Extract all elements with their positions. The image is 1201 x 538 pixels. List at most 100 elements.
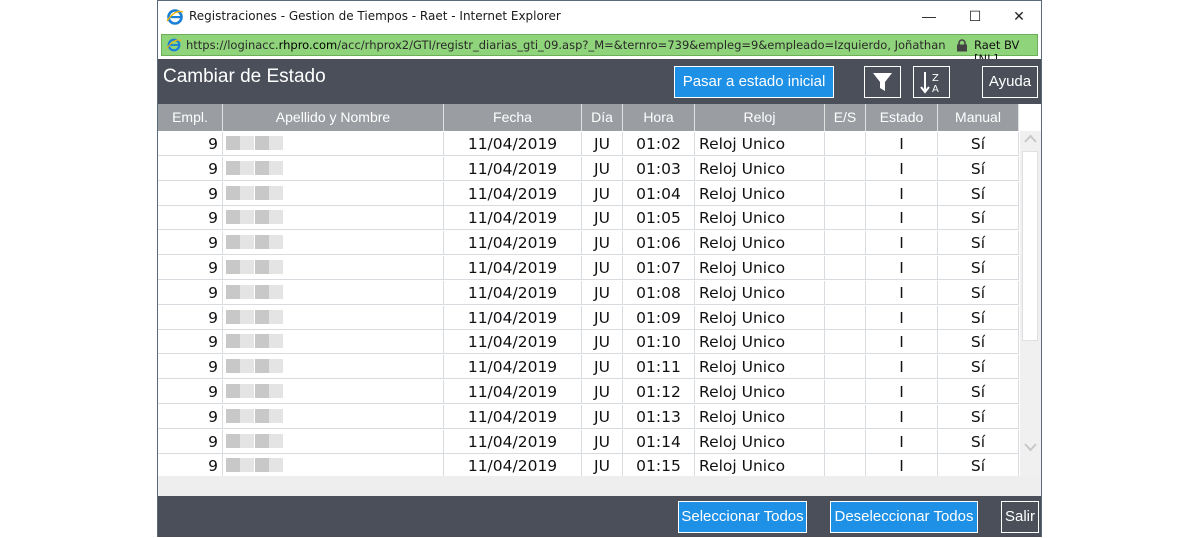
table-row[interactable]: 9 11/04/2019 JU 01:10 Reloj Unico I Sí [158, 330, 1019, 355]
time-cell: 01:14 [623, 429, 695, 454]
redacted-name-block [226, 210, 240, 225]
window-title: Registraciones - Gestion de Tiempos - Ra… [189, 9, 561, 23]
clock-cell: Reloj Unico [695, 231, 825, 256]
manual-cell: Sí [938, 404, 1019, 429]
maximize-button[interactable]: ☐ [952, 1, 998, 32]
table-row[interactable]: 9 11/04/2019 JU 01:13 Reloj Unico I Sí [158, 404, 1019, 429]
page-header: Cambiar de Estado Pasar a estado inicial… [158, 59, 1041, 104]
time-cell: 01:03 [623, 156, 695, 181]
chevron-up-icon[interactable] [1023, 133, 1038, 145]
redacted-name-block [269, 359, 283, 374]
date-cell: 11/04/2019 [444, 355, 582, 380]
sort-button[interactable]: Z A [913, 66, 950, 98]
redacted-name-block [240, 136, 254, 150]
status-cell: I [866, 280, 938, 305]
address-bar[interactable]: https://loginacc.rhpro.com/acc/rhprox2/G… [161, 34, 1038, 66]
exit-button[interactable]: Salir [1001, 501, 1039, 533]
table-row[interactable]: 9 11/04/2019 JU 01:02 Reloj Unico I Sí [158, 132, 1019, 156]
table-row[interactable]: 9 11/04/2019 JU 01:11 Reloj Unico I Sí [158, 355, 1019, 380]
table-row[interactable]: 9 11/04/2019 JU 01:09 Reloj Unico I Sí [158, 305, 1019, 330]
column-header[interactable]: Estado [866, 104, 938, 131]
column-header[interactable]: Manual [938, 104, 1019, 131]
date-cell: 11/04/2019 [444, 156, 582, 181]
horizontal-scroll-area [158, 476, 1041, 496]
redacted-name-block [255, 309, 269, 324]
status-cell: I [866, 231, 938, 256]
url-rest: /acc/rhprox2/GTI/registr_diarias_gti_09.… [337, 38, 946, 52]
scrollbar-thumb[interactable] [1022, 151, 1038, 341]
manual-cell: Sí [938, 355, 1019, 380]
chevron-down-icon[interactable] [1023, 441, 1038, 453]
redacted-name-block [240, 359, 254, 374]
title-bar: Registraciones - Gestion de Tiempos - Ra… [158, 1, 1041, 32]
redacted-name-block [240, 284, 254, 299]
deselect-all-button[interactable]: Deseleccionar Todos [830, 501, 978, 533]
redacted-name-block [240, 309, 254, 324]
redacted-name-block [226, 433, 240, 448]
table-row[interactable]: 9 11/04/2019 JU 01:14 Reloj Unico I Sí [158, 429, 1019, 454]
help-button[interactable]: Ayuda [982, 66, 1038, 98]
redacted-name-block [255, 136, 269, 150]
time-cell: 01:12 [623, 380, 695, 404]
table-row[interactable]: 9 11/04/2019 JU 01:15 Reloj Unico I Sí [158, 454, 1019, 479]
table-row[interactable]: 9 11/04/2019 JU 01:03 Reloj Unico I Sí [158, 156, 1019, 181]
clock-cell: Reloj Unico [695, 132, 825, 156]
employee-number-cell: 9 [158, 181, 223, 206]
reset-state-button[interactable]: Pasar a estado inicial [674, 66, 834, 98]
redacted-name-block [226, 185, 240, 200]
time-cell: 01:04 [623, 181, 695, 206]
day-cell: JU [582, 454, 623, 479]
lock-icon[interactable] [956, 39, 968, 52]
redacted-name-block [255, 458, 269, 473]
time-cell: 01:05 [623, 206, 695, 231]
table-row[interactable]: 9 11/04/2019 JU 01:12 Reloj Unico I Sí [158, 380, 1019, 404]
redacted-name-block [269, 384, 283, 398]
table-header: Empl. Apellido y Nombre Fecha Día Hora R… [158, 104, 1019, 131]
status-cell: I [866, 156, 938, 181]
redacted-name-block [240, 235, 254, 250]
date-cell: 11/04/2019 [444, 256, 582, 280]
column-header[interactable]: Reloj [695, 104, 825, 131]
table-row[interactable]: 9 11/04/2019 JU 01:04 Reloj Unico I Sí [158, 181, 1019, 206]
redacted-name-block [255, 359, 269, 374]
manual-cell: Sí [938, 380, 1019, 404]
redacted-name-block [269, 309, 283, 324]
column-header[interactable]: Hora [623, 104, 695, 131]
manual-cell: Sí [938, 231, 1019, 256]
url-text[interactable]: https://loginacc.rhpro.com/acc/rhprox2/G… [186, 38, 946, 52]
redacted-name-block [269, 260, 283, 274]
page-title: Cambiar de Estado [163, 66, 326, 87]
entry-exit-cell [825, 206, 866, 231]
close-button[interactable]: ✕ [996, 1, 1042, 32]
redacted-name-block [269, 284, 283, 299]
entry-exit-cell [825, 231, 866, 256]
column-header[interactable]: Fecha [444, 104, 582, 131]
status-cell: I [866, 454, 938, 479]
column-header[interactable]: Empl. [158, 104, 223, 131]
time-cell: 01:09 [623, 305, 695, 330]
vertical-scrollbar[interactable] [1020, 131, 1041, 476]
column-header[interactable]: E/S [825, 104, 866, 131]
employee-number-cell: 9 [158, 404, 223, 429]
employee-name-cell [223, 280, 444, 305]
table-row[interactable]: 9 11/04/2019 JU 01:05 Reloj Unico I Sí [158, 206, 1019, 231]
clock-cell: Reloj Unico [695, 156, 825, 181]
redacted-name-block [240, 210, 254, 225]
employee-name-cell [223, 380, 444, 404]
table-row[interactable]: 9 11/04/2019 JU 01:07 Reloj Unico I Sí [158, 256, 1019, 280]
day-cell: JU [582, 355, 623, 380]
table-row[interactable]: 9 11/04/2019 JU 01:06 Reloj Unico I Sí [158, 231, 1019, 256]
redacted-name-block [240, 458, 254, 473]
select-all-button[interactable]: Seleccionar Todos [678, 501, 807, 533]
redacted-name-block [226, 260, 240, 274]
table-row[interactable]: 9 11/04/2019 JU 01:08 Reloj Unico I Sí [158, 280, 1019, 305]
minimize-button[interactable]: — [906, 1, 952, 32]
status-cell: I [866, 355, 938, 380]
filter-button[interactable] [864, 66, 901, 98]
column-header[interactable]: Apellido y Nombre [223, 104, 444, 131]
status-cell: I [866, 429, 938, 454]
page-footer: Seleccionar Todos Deseleccionar Todos Sa… [158, 496, 1041, 537]
day-cell: JU [582, 330, 623, 355]
column-header[interactable]: Día [582, 104, 623, 131]
redacted-name-block [226, 458, 240, 473]
